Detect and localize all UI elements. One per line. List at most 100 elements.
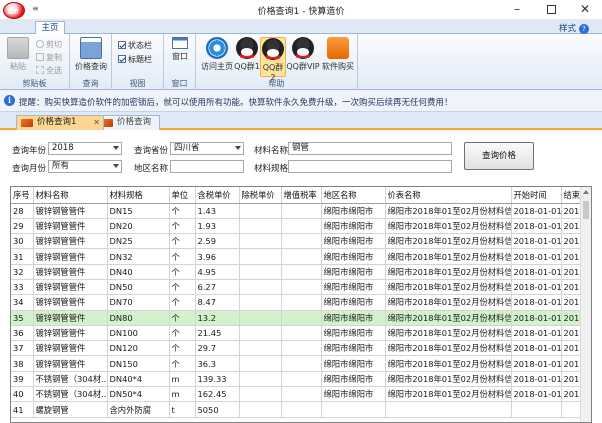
table-cell[interactable] [385, 401, 512, 418]
table-cell[interactable]: 139.33 [195, 371, 240, 388]
month-select[interactable]: 所有 [48, 160, 122, 173]
table-cell[interactable]: 6.27 [195, 279, 240, 296]
table-cell[interactable]: 绵阳市绵阳市 [321, 310, 386, 326]
table-cell[interactable]: 个 [169, 203, 196, 219]
table-cell[interactable]: 8.47 [195, 294, 240, 311]
table-cell[interactable]: 绵阳市2018年01至02月份材料信息 [385, 264, 512, 280]
table-cell[interactable] [281, 340, 322, 357]
table-cell[interactable]: 绵阳市2018年01至02月份材料信息 [385, 325, 512, 342]
table-cell[interactable] [321, 401, 386, 418]
table-cell[interactable]: 绵阳市2018年01至02月份材料信息 [385, 248, 512, 265]
table-cell[interactable]: 绵阳市2018年01至02月份材料信息 [385, 218, 512, 235]
table-cell[interactable] [239, 294, 282, 311]
maximize-button[interactable] [534, 0, 568, 19]
table-cell[interactable]: 13.2 [195, 310, 240, 326]
tab-price-query-1[interactable]: 价格查询1 ✕ [16, 115, 104, 130]
table-cell[interactable] [239, 340, 282, 357]
table-row[interactable]: 29 镀锌钢管管件 DN20 个 1.93 绵阳市绵阳市 绵阳市2018年01至02月份材料… [11, 218, 582, 235]
table-cell[interactable]: 绵阳市2018年01至02月份材料信息 [385, 279, 512, 296]
table-cell[interactable]: 镀锌钢管管件 [33, 264, 108, 280]
table-cell[interactable]: 2018-01-01 [511, 386, 562, 403]
table-cell[interactable]: 36 [11, 325, 34, 342]
select-all-button[interactable]: 全选 [36, 65, 62, 76]
table-cell[interactable]: 螺旋钢管 [33, 401, 108, 418]
table-cell[interactable]: DN120 [107, 340, 170, 357]
table-cell[interactable]: DN40 [107, 264, 170, 280]
table-cell[interactable]: 绵阳市绵阳市 [321, 248, 386, 265]
table-cell[interactable]: 镀锌钢管管件 [33, 203, 108, 219]
table-cell[interactable]: 绵阳市2018年01至02月份材料信息 [385, 233, 512, 250]
table-row[interactable]: 33 镀锌钢管管件 DN50 个 6.27 绵阳市绵阳市 绵阳市2018年01至02月份材料… [11, 279, 582, 296]
table-cell[interactable]: 含内外防腐 [107, 401, 170, 418]
table-cell[interactable] [239, 386, 282, 403]
table-cell[interactable]: 38 [11, 355, 34, 372]
table-cell[interactable]: 绵阳市绵阳市 [321, 218, 386, 235]
table-cell[interactable]: 2018-01-01 [511, 264, 562, 280]
table-row[interactable]: 32 镀锌钢管管件 DN40 个 4.95 绵阳市绵阳市 绵阳市2018年01至02月份材料… [11, 264, 582, 280]
column-header[interactable]: 含税单价 [195, 187, 240, 204]
table-cell[interactable]: 29.7 [195, 340, 240, 357]
title-bar-checkbox[interactable]: 标题栏 [118, 54, 152, 65]
table-row[interactable]: 34 镀锌钢管管件 DN70 个 8.47 绵阳市绵阳市 绵阳市2018年01至02月份材料… [11, 294, 582, 311]
table-cell[interactable]: 35 [11, 310, 34, 326]
table-cell[interactable]: DN100 [107, 325, 170, 342]
style-menu[interactable]: 样式? [559, 22, 590, 34]
table-cell[interactable]: 镀锌钢管管件 [33, 294, 108, 311]
table-row[interactable]: 37 镀锌钢管管件 DN120 个 29.7 绵阳市绵阳市 绵阳市2018年01至02月份材… [11, 340, 582, 357]
column-header[interactable]: 材料规格 [107, 187, 170, 204]
table-cell[interactable]: 41 [11, 401, 34, 418]
material-spec-input[interactable] [288, 160, 452, 173]
table-cell[interactable]: 绵阳市绵阳市 [321, 355, 386, 372]
minimize-button[interactable]: – [500, 0, 534, 19]
table-cell[interactable] [239, 401, 282, 418]
table-cell[interactable]: 2018-01-01 [511, 279, 562, 296]
table-cell[interactable] [281, 248, 322, 265]
table-cell[interactable] [239, 355, 282, 372]
column-header[interactable]: 开始时间 [511, 187, 562, 204]
table-row[interactable]: 31 镀锌钢管管件 DN32 个 3.96 绵阳市绵阳市 绵阳市2018年01至02月份材料… [11, 248, 582, 265]
table-cell[interactable] [239, 203, 282, 219]
table-cell[interactable]: 2018 [561, 386, 582, 403]
table-cell[interactable]: 绵阳市2018年01至02月份材料信息 [385, 203, 512, 219]
price-query-button[interactable]: 价格查询 [72, 37, 110, 72]
table-cell[interactable]: 个 [169, 325, 196, 342]
table-cell[interactable] [281, 386, 322, 403]
copy-button[interactable]: 复制 [36, 52, 62, 63]
table-cell[interactable]: 31 [11, 248, 34, 265]
table-cell[interactable]: 不锈钢管（304材... [33, 371, 108, 388]
table-cell[interactable]: 2018 [561, 218, 582, 235]
table-cell[interactable]: 1.93 [195, 218, 240, 235]
table-cell[interactable]: 2018-01-01 [511, 248, 562, 265]
close-tab-icon[interactable]: ✕ [93, 116, 100, 129]
table-cell[interactable] [239, 264, 282, 280]
search-price-button[interactable]: 查询价格 [464, 142, 534, 170]
table-cell[interactable]: 镀锌钢管管件 [33, 233, 108, 250]
scroll-thumb[interactable] [583, 201, 589, 219]
table-cell[interactable] [239, 310, 282, 326]
table-cell[interactable] [281, 294, 322, 311]
table-cell[interactable] [239, 371, 282, 388]
cut-button[interactable]: 剪切 [36, 39, 62, 50]
table-cell[interactable]: 个 [169, 310, 196, 326]
table-cell[interactable]: DN50*4 [107, 386, 170, 403]
table-cell[interactable]: 29 [11, 218, 34, 235]
table-cell[interactable]: 绵阳市绵阳市 [321, 325, 386, 342]
visit-home-button[interactable]: 访问主页 [200, 37, 234, 72]
table-cell[interactable] [239, 233, 282, 250]
table-cell[interactable]: 2018 [561, 325, 582, 342]
table-cell[interactable]: 2018-01-01 [511, 233, 562, 250]
table-row[interactable]: 28 镀锌钢管管件 DN15 个 1.43 绵阳市绵阳市 绵阳市2018年01至02月份材料… [11, 203, 582, 219]
table-cell[interactable]: 37 [11, 340, 34, 357]
table-cell[interactable] [281, 371, 322, 388]
help-icon[interactable]: ? [579, 24, 590, 34]
table-cell[interactable]: 3.96 [195, 248, 240, 265]
column-header[interactable]: 地区名称 [321, 187, 386, 204]
table-cell[interactable]: 绵阳市绵阳市 [321, 203, 386, 219]
table-cell[interactable]: 2.59 [195, 233, 240, 250]
tab-home[interactable]: 主页 [35, 21, 65, 35]
table-cell[interactable]: 个 [169, 279, 196, 296]
table-cell[interactable]: 2018 [561, 294, 582, 311]
table-cell[interactable]: 个 [169, 248, 196, 265]
table-cell[interactable]: 个 [169, 294, 196, 311]
table-cell[interactable]: 2018-01-01 [511, 218, 562, 235]
